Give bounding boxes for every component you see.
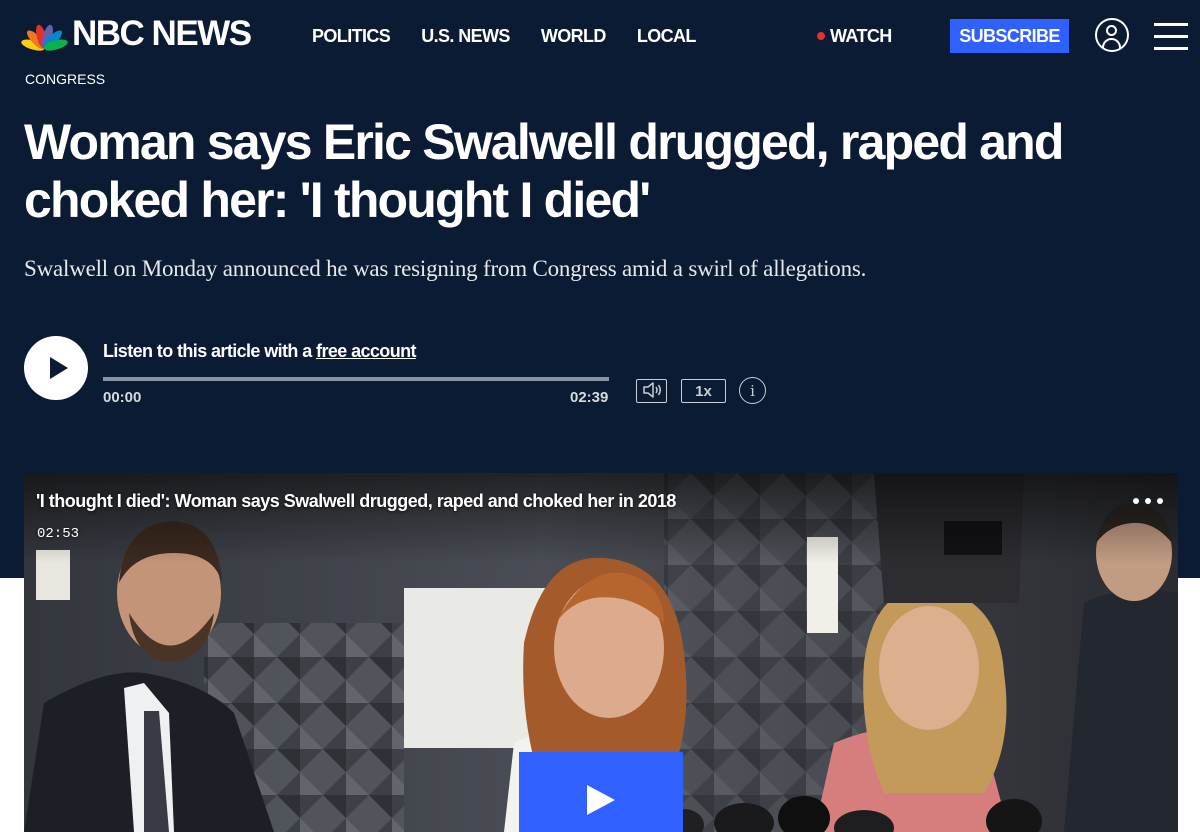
- nav-item-local[interactable]: LOCAL: [637, 24, 697, 48]
- speaker-icon: [642, 382, 661, 398]
- site-header: NBC NEWS POLITICS U.S. NEWS WORLD LOCAL …: [0, 0, 1200, 72]
- nav-item-us-news[interactable]: U.S. NEWS: [421, 24, 510, 48]
- nav-item-world[interactable]: WORLD: [541, 24, 607, 48]
- audio-duration: 02:39: [570, 389, 609, 406]
- logo-wordmark: NBC NEWS: [72, 14, 252, 53]
- nbc-news-logo[interactable]: NBC NEWS: [18, 14, 252, 53]
- subscribe-button[interactable]: SUBSCRIBE: [950, 19, 1069, 53]
- live-dot-icon: [817, 32, 825, 40]
- video-player[interactable]: 'I thought I died': Woman says Swalwell …: [24, 473, 1178, 832]
- main-nav: POLITICS U.S. NEWS WORLD LOCAL: [312, 24, 696, 48]
- playback-speed-button[interactable]: 1x: [681, 379, 726, 403]
- audio-current-time: 00:00: [103, 389, 142, 406]
- video-duration: 02:53: [37, 526, 80, 542]
- watch-link[interactable]: WATCH: [817, 24, 892, 48]
- article-headline: Woman says Eric Swalwell drugged, raped …: [24, 114, 1064, 228]
- peacock-icon: [18, 16, 69, 53]
- volume-button[interactable]: [636, 379, 667, 403]
- listen-prompt: Listen to this article with a free accou…: [103, 341, 416, 362]
- article-dek: Swalwell on Monday announced he was resi…: [24, 256, 867, 281]
- info-icon[interactable]: i: [739, 377, 766, 404]
- audio-progress-bar[interactable]: [103, 377, 609, 381]
- more-options-icon[interactable]: [1128, 495, 1168, 507]
- hamburger-menu-icon[interactable]: [1154, 21, 1188, 51]
- play-icon: [50, 357, 68, 379]
- nav-item-politics[interactable]: POLITICS: [312, 24, 391, 48]
- section-label[interactable]: CONGRESS: [25, 71, 105, 87]
- audio-play-button[interactable]: [24, 336, 88, 400]
- play-icon: [587, 785, 615, 815]
- watch-label: WATCH: [830, 26, 892, 46]
- video-title: 'I thought I died': Woman says Swalwell …: [36, 491, 676, 511]
- listen-prompt-text: Listen to this article with a: [103, 341, 317, 361]
- video-play-button[interactable]: [519, 752, 683, 832]
- free-account-link[interactable]: free account: [316, 341, 416, 361]
- user-circle-icon[interactable]: [1095, 18, 1129, 52]
